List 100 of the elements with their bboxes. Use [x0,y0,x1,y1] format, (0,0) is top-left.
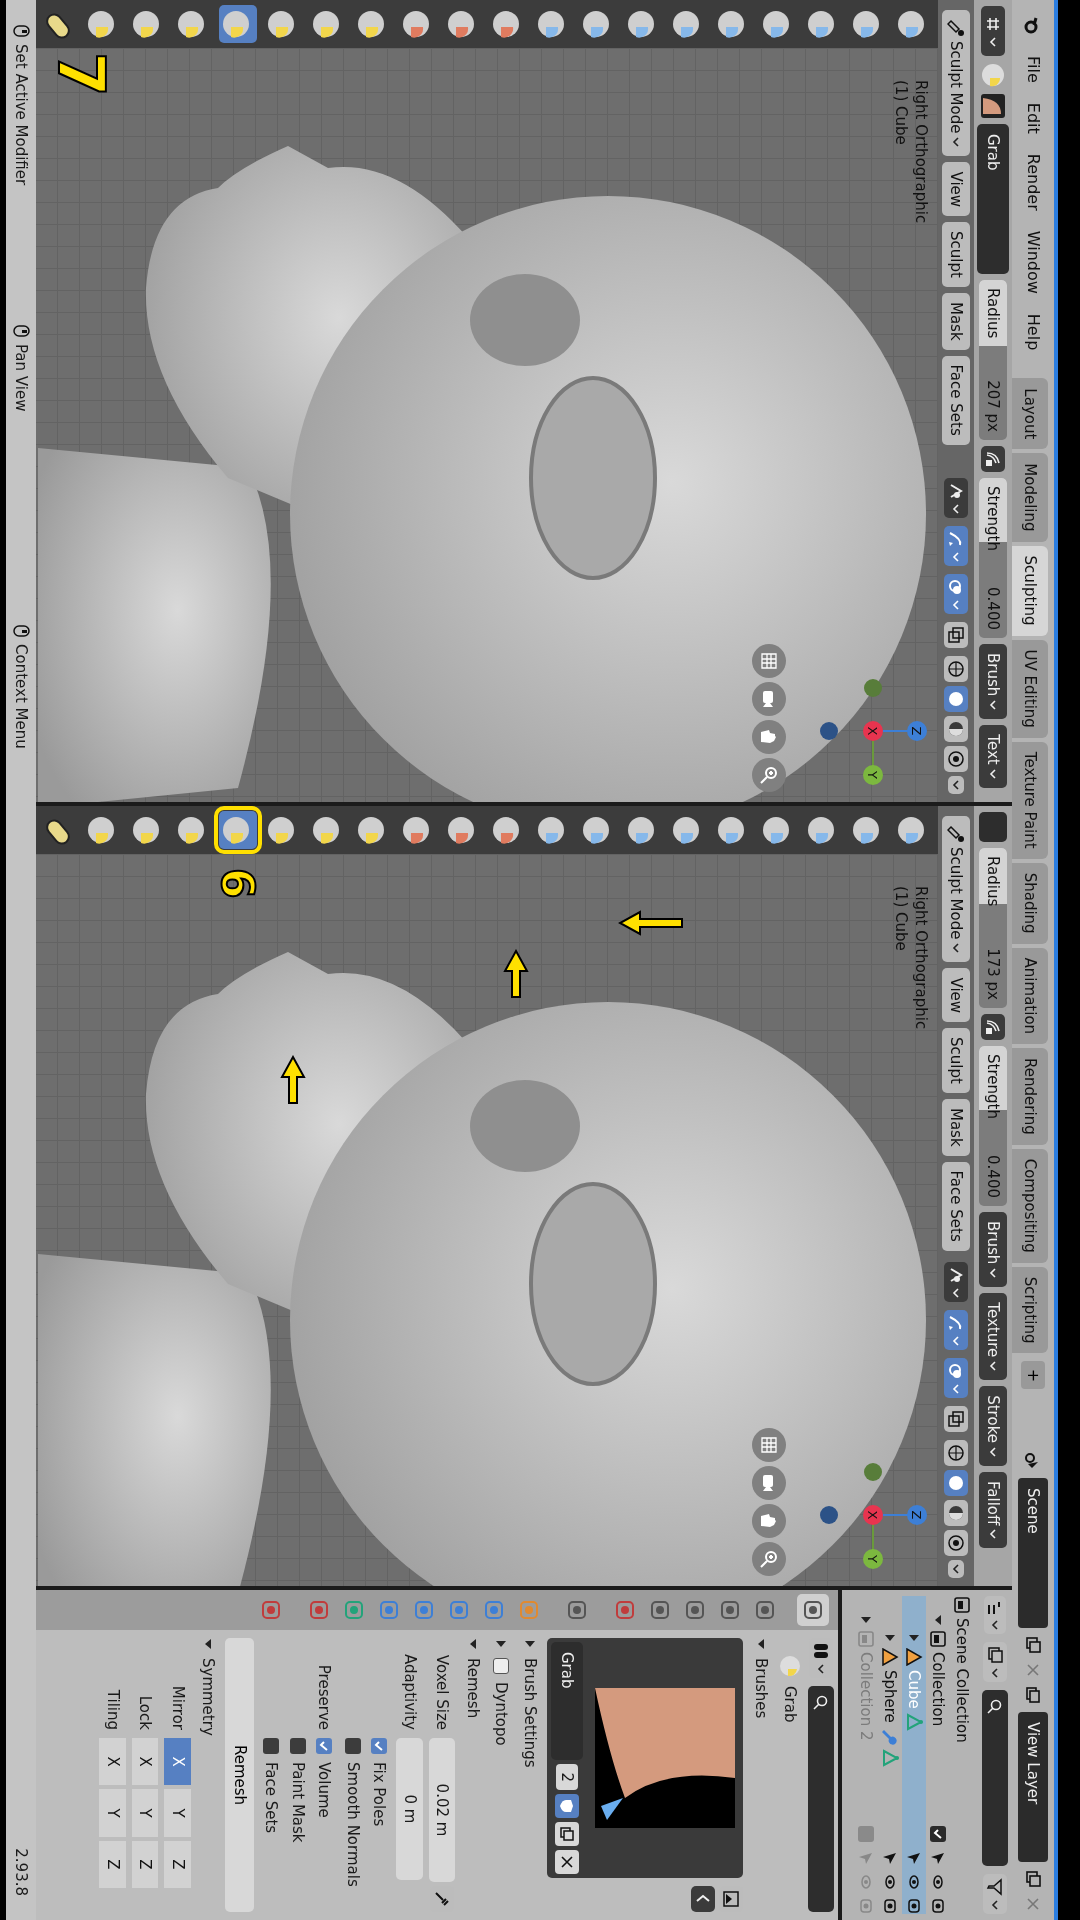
axis-handle[interactable]: X [863,721,883,741]
view-layer-field[interactable]: View Layer [1017,1712,1049,1862]
workspace-tab[interactable]: UV Editing [1012,639,1048,738]
remesh-button[interactable]: Remesh [225,1638,254,1912]
menu-item[interactable]: Face Sets [941,355,971,445]
user-count[interactable]: 2 [556,1764,579,1790]
menu-item[interactable]: Render [1019,145,1047,219]
shading-button[interactable] [944,716,968,742]
axis-handle[interactable] [864,1463,882,1481]
workspace-tab[interactable]: Rendering [1012,1048,1048,1145]
header-dropdown[interactable]: Texture [978,1293,1008,1381]
menu-item[interactable]: Sculpt [941,222,971,287]
axis-toggle[interactable]: X [164,1738,191,1786]
axis-toggle[interactable]: Y [99,1789,126,1837]
menu-item[interactable]: Face Sets [941,1161,971,1251]
add-workspace-button[interactable]: + [1021,1361,1045,1390]
toggle-button[interactable] [944,1358,968,1398]
axis-toggle[interactable]: Y [164,1789,191,1837]
pressure-button[interactable] [981,1014,1005,1040]
workspace-tab[interactable]: Scripting [1012,1266,1048,1354]
search-field[interactable] [982,1690,1008,1866]
axis-handle[interactable] [864,679,882,697]
toggle-button[interactable] [944,526,968,566]
brush-name-field[interactable]: Grab [551,1642,584,1761]
menu-item[interactable]: Edit [1019,94,1047,142]
number-field[interactable]: 0.02 m [429,1738,456,1882]
collection-name[interactable]: Scene Collection [950,1618,974,1743]
shading-button[interactable] [944,1530,968,1556]
toggle-button[interactable] [944,574,968,614]
pressure-button[interactable] [981,446,1005,472]
axis-toggle[interactable]: Z [99,1840,126,1888]
overlay-button[interactable] [944,1406,968,1432]
number-field[interactable]: 0 m [396,1738,423,1880]
axis-handle[interactable] [820,1506,838,1524]
duplicate-button[interactable] [555,1822,580,1846]
mode-dropdown[interactable]: Sculpt Mode [941,10,971,157]
unlink-button[interactable] [555,1850,580,1874]
brush-name-field[interactable]: Grab [976,124,1010,274]
shading-button[interactable] [944,1440,968,1466]
header-dropdown[interactable]: Falloff [978,1472,1008,1549]
fake-user-toggle[interactable] [555,1794,580,1818]
toggle-button[interactable] [944,1310,968,1350]
menu-item[interactable]: Window [1019,222,1047,302]
checkbox[interactable] [344,1738,361,1754]
shading-button[interactable] [944,656,968,682]
header-dropdown[interactable]: Text [978,725,1008,788]
filter-button[interactable] [983,1874,1007,1914]
workspace-tab[interactable]: Layout [1012,378,1048,450]
include-checkbox[interactable] [858,1826,874,1842]
axis-toggle[interactable]: Z [164,1840,191,1888]
axis-handle[interactable] [820,722,838,740]
checkbox[interactable] [316,1738,333,1754]
shading-button[interactable] [944,1470,968,1496]
axis-toggle[interactable]: X [99,1738,126,1786]
axis-handle[interactable]: X [863,1505,883,1525]
include-checkbox[interactable] [930,1826,946,1842]
strength-slider[interactable]: Strength 0.400 [979,478,1007,638]
menu-item[interactable]: View [941,162,971,217]
axis-toggle[interactable]: Z [132,1840,159,1888]
brush-name-field[interactable] [979,812,1007,842]
shading-dropdown[interactable] [948,1560,964,1578]
menu-item[interactable]: Mask [941,292,971,350]
header-dropdown[interactable]: Brush [978,644,1008,720]
shading-button[interactable] [944,746,968,772]
shading-dropdown[interactable] [948,776,964,794]
menu-item[interactable]: File [1019,48,1047,91]
checkbox[interactable] [493,1658,510,1674]
menu-item[interactable]: Help [1019,305,1047,359]
workspace-tab[interactable]: Shading [1012,862,1048,944]
shading-button[interactable] [944,1500,968,1526]
toggle-button[interactable] [944,1262,968,1302]
workspace-tab[interactable]: Modeling [1012,453,1048,542]
collection-name[interactable]: Collection [926,1652,950,1727]
header-dropdown[interactable]: Stroke [978,1386,1008,1467]
collapse-button[interactable] [691,1886,716,1912]
workspace-tab[interactable]: Texture Paint [1012,741,1048,859]
editor-type-button[interactable] [981,6,1005,56]
menu-item[interactable]: View [941,968,971,1023]
menu-item[interactable]: Mask [941,1098,971,1156]
strength-slider[interactable]: Strength 0.400 [979,1046,1007,1206]
overlay-button[interactable] [944,622,968,648]
properties-tab[interactable] [797,1594,829,1626]
workspace-tab[interactable]: Compositing [1012,1148,1048,1263]
outliner-row[interactable]: Sphere [878,1596,902,1914]
filter-mode-button[interactable] [983,1642,1007,1682]
display-mode-button[interactable] [984,1596,1006,1634]
radius-slider[interactable]: Radius 207 px [979,280,1007,440]
radius-slider[interactable]: Radius 173 px [979,848,1007,1008]
workspace-tab[interactable]: Sculpting [1012,545,1048,636]
scene-field[interactable]: Scene [1017,1478,1049,1628]
checkbox[interactable] [263,1738,280,1754]
search-field[interactable] [808,1686,834,1912]
toggle-button[interactable] [944,478,968,518]
mode-dropdown[interactable]: Sculpt Mode [941,816,971,963]
axis-toggle[interactable]: Y [132,1789,159,1837]
header-dropdown[interactable]: Brush [978,1212,1008,1288]
shading-button[interactable] [944,686,968,712]
checkbox[interactable] [289,1738,306,1754]
checkbox[interactable] [371,1738,388,1754]
menu-item[interactable]: Sculpt [941,1028,971,1093]
